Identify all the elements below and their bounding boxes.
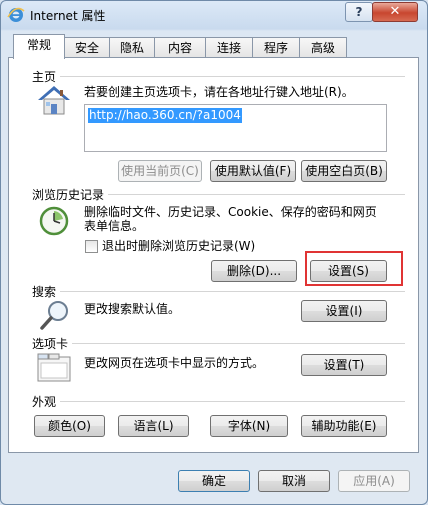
search-magnifier-icon (40, 301, 68, 330)
close-button[interactable]: ✕ (372, 2, 418, 22)
history-description-line2: 表单信息。 (84, 219, 145, 233)
home-section-label: 主页 (32, 70, 57, 84)
use-blank-button[interactable]: 使用空白页(B) (301, 160, 387, 182)
tabs-section-divider (72, 343, 405, 344)
use-default-button[interactable]: 使用默认值(F) (210, 160, 296, 182)
fonts-button[interactable]: 字体(N) (210, 415, 288, 437)
tabs-settings-button[interactable]: 设置(T) (301, 354, 387, 376)
tab-content[interactable]: 内容 (154, 37, 206, 58)
search-settings-button[interactable]: 设置(I) (301, 300, 387, 322)
languages-button[interactable]: 语言(L) (118, 415, 189, 437)
tabs-section-label: 选项卡 (32, 337, 69, 351)
tab-connections[interactable]: 连接 (205, 37, 253, 58)
history-section-divider (108, 194, 405, 195)
ok-button[interactable]: 确定 (178, 470, 250, 492)
history-section-label: 浏览历史记录 (32, 188, 105, 202)
colors-button[interactable]: 颜色(O) (34, 415, 105, 437)
internet-explorer-icon (7, 7, 25, 22)
tab-security[interactable]: 安全 (64, 37, 110, 58)
history-description-line1: 删除临时文件、历史记录、Cookie、保存的密码和网页 (84, 205, 377, 219)
use-current-button[interactable]: 使用当前页(C) (118, 160, 202, 182)
window-title: Internet 属性 (30, 9, 106, 23)
home-page-url-value: http://hao.360.cn/?a1004 (88, 108, 242, 123)
home-icon (38, 86, 70, 115)
delete-history-button[interactable]: 删除(D)... (211, 260, 297, 282)
tabs-window-icon (37, 353, 71, 382)
tab-privacy[interactable]: 隐私 (109, 37, 155, 58)
help-button[interactable]: ? (345, 2, 373, 22)
tabs-description: 更改网页在选项卡中显示的方式。 (84, 356, 265, 370)
home-page-url-textarea[interactable]: http://hao.360.cn/?a1004 (84, 104, 387, 152)
tab-programs[interactable]: 程序 (252, 37, 300, 58)
search-section-divider (60, 291, 405, 292)
tab-advanced[interactable]: 高级 (299, 37, 347, 58)
home-section-divider (60, 76, 405, 77)
appearance-section-divider (60, 401, 405, 402)
delete-on-exit-checkbox[interactable] (85, 240, 98, 253)
delete-on-exit-label[interactable]: 退出时删除浏览历史记录(W) (102, 239, 255, 254)
home-description: 若要创建主页选项卡，请在各地址行键入地址(R)。 (84, 85, 354, 99)
history-clock-icon (39, 206, 69, 236)
annotation-highlight-box (305, 251, 403, 286)
cancel-button[interactable]: 取消 (258, 470, 330, 492)
apply-button[interactable]: 应用(A) (338, 470, 410, 492)
search-description: 更改搜索默认值。 (84, 302, 181, 316)
tab-general[interactable]: 常规 (13, 34, 65, 59)
appearance-section-label: 外观 (32, 395, 57, 409)
accessibility-button[interactable]: 辅助功能(E) (301, 415, 387, 437)
